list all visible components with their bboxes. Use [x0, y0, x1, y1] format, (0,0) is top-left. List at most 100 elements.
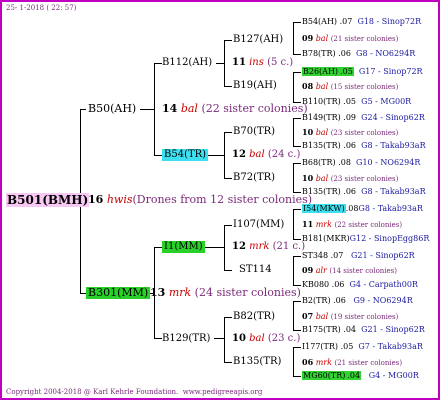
- gen4-desc: (21 sister colonies): [334, 359, 403, 367]
- gen1-top-queen[interactable]: B50(AH): [88, 103, 136, 115]
- gen4-sub-ref: G8 - NO6294R: [356, 49, 416, 58]
- root-desc: (Drones from 12 sister colonies): [132, 193, 313, 206]
- gen4-id[interactable]: B2(TR): [302, 296, 331, 305]
- gen4-sub-id[interactable]: B135(TR): [302, 187, 341, 196]
- gen4-top-row: I54(MKW).08G8 - Takab93aR: [302, 204, 423, 214]
- connector: [293, 239, 301, 240]
- gen4-desc: (14 sister colonies): [329, 267, 398, 275]
- connector: [293, 22, 294, 55]
- connector: [293, 54, 301, 55]
- gen3-queen[interactable]: B127(AH): [233, 34, 283, 46]
- gen4-val: .05: [339, 67, 354, 76]
- gen3-queen[interactable]: ST114: [239, 264, 272, 276]
- connector: [293, 22, 301, 23]
- gen4-bottom-row: B135(TR) .06 G8 - Takab93aR: [302, 141, 426, 151]
- connector: [293, 376, 301, 377]
- gen4-top-row: ST348 .07 G21 - Sinop62R: [302, 251, 415, 261]
- gen4-id[interactable]: B149(TR): [302, 113, 341, 122]
- gen2-d-desc: (23 c.): [267, 333, 301, 344]
- gen4-sub-id[interactable]: B135(TR): [302, 141, 341, 150]
- gen2-d-queen[interactable]: B129(TR): [162, 333, 210, 345]
- connector: [293, 256, 301, 257]
- gen1-bottom-queen[interactable]: B301(MM): [86, 287, 151, 299]
- gen4-ref: G18 - Sinop72R: [357, 17, 422, 26]
- gen4-sub-id[interactable]: B78(TR): [302, 49, 336, 58]
- gen1-top-info: 14 bal (22 sister colonies): [162, 103, 308, 115]
- gen4-sub-val: .06: [331, 280, 345, 289]
- pedigree-frame: 25- 1-2018 ( 22: 57) B501(BMH) 16 hwis(D…: [0, 0, 440, 400]
- gen3-queen[interactable]: B135(TR): [233, 356, 281, 368]
- gen4-id[interactable]: I177(TR): [302, 342, 338, 351]
- connector: [154, 63, 162, 64]
- root-queen[interactable]: B501(BMH): [6, 193, 90, 207]
- footer-link[interactable]: www.pedigreeapis.org: [183, 388, 263, 396]
- gen4-id[interactable]: B26(AH): [302, 67, 340, 76]
- connector: [154, 338, 162, 339]
- gen4-id[interactable]: B68(TR): [302, 158, 336, 167]
- gen4-top-row: B149(TR) .09 G24 - Sinop62R: [302, 113, 425, 123]
- gen1-bottom-info: 13 mrk (24 sister colonies): [150, 287, 301, 299]
- gen4-id[interactable]: B54(AH): [302, 17, 337, 26]
- connector: [224, 132, 225, 179]
- gen4-val: .06: [333, 296, 346, 305]
- gen4-ref: G24 - Sinop62R: [361, 113, 425, 122]
- gen4-sub-val: .06: [338, 49, 351, 58]
- gen4-num: 11: [302, 219, 314, 229]
- gen4-id[interactable]: ST348: [302, 251, 328, 260]
- connector: [80, 109, 86, 110]
- gen4-drone-row: 10 bal (23 sister colonies): [302, 127, 398, 138]
- gen4-top-row: I177(TR) .05 G7 - Takab93aR: [302, 342, 423, 352]
- root-drone-info: 16 hwis(Drones from 12 sister colonies): [88, 194, 312, 206]
- gen2-b-num: 12: [232, 149, 246, 160]
- connector: [293, 163, 301, 164]
- gen4-drone-row: 09 bal (21 sister colonies): [302, 33, 398, 44]
- gen4-top-row: B54(AH) .07 G18 - Sinop72R: [302, 17, 421, 27]
- gen4-desc: (15 sister colonies): [330, 83, 399, 91]
- gen4-val: .07: [339, 17, 353, 26]
- gen4-top-row: B68(TR) .08 G10 - NO6294R: [302, 158, 420, 168]
- gen2-a-code: ins: [249, 57, 264, 68]
- gen2-b-queen[interactable]: B54(TR): [162, 149, 209, 161]
- gen4-ref: G17 - Sinop72R: [358, 67, 423, 76]
- connector: [154, 63, 155, 156]
- gen4-desc: (19 sister colonies): [330, 313, 399, 321]
- gen1-top-code: bal: [180, 102, 198, 115]
- gen2-a-num: 11: [232, 57, 246, 68]
- connector: [293, 209, 294, 240]
- connector: [293, 347, 294, 377]
- gen4-sub-id[interactable]: KB080: [302, 280, 329, 289]
- gen4-sub-id[interactable]: MG60(TR): [302, 371, 347, 380]
- gen4-sub-ref: G4 - Carpath00R: [349, 280, 418, 289]
- gen4-id[interactable]: I54(MKW): [302, 204, 346, 213]
- gen3-queen[interactable]: B70(TR): [233, 126, 275, 138]
- gen4-val: .08: [338, 158, 351, 167]
- gen1-top-desc: (22 sister colonies): [201, 102, 308, 115]
- gen4-sub-id[interactable]: B175(TR): [302, 325, 341, 334]
- connector: [224, 362, 232, 363]
- connector: [293, 72, 294, 103]
- gen4-bottom-row: B181(MKR)G12 - SinopEgg86R: [302, 234, 429, 244]
- gen2-a-queen[interactable]: B112(AH): [162, 57, 212, 69]
- gen4-drone-row: 09 alr (14 sister colonies): [302, 265, 397, 276]
- gen4-sub-ref: G12 - SinopEgg86R: [349, 234, 430, 243]
- gen4-ref: G8 - Takab93aR: [358, 204, 423, 213]
- gen4-code: bal: [315, 174, 329, 183]
- gen3-queen[interactable]: B72(TR): [233, 172, 275, 184]
- gen4-sub-id[interactable]: B181(MKR): [302, 234, 350, 243]
- gen4-top-row: B26(AH) .05 G17 - Sinop72R: [302, 67, 423, 77]
- footer: Copyright 2004-2018 @ Karl Kehrle Founda…: [6, 388, 262, 397]
- gen1-bottom-num: 13: [150, 286, 166, 299]
- connector: [293, 209, 301, 210]
- gen3-queen[interactable]: B19(AH): [233, 80, 277, 92]
- gen2-c-queen[interactable]: I1(MM): [162, 241, 205, 253]
- gen4-val: .07: [330, 251, 344, 260]
- gen2-b-desc: (24 c.): [267, 149, 301, 160]
- gen4-desc: (21 sister colonies): [330, 35, 399, 43]
- gen3-queen[interactable]: B82(TR): [233, 311, 275, 323]
- gen4-sub-id[interactable]: B110(TR): [302, 97, 341, 106]
- date-stamp: 25- 1-2018 ( 22: 57): [6, 4, 77, 12]
- gen4-bottom-row: B110(TR) .05 G5 - MG00R: [302, 97, 411, 107]
- gen3-queen[interactable]: I107(MM): [233, 219, 284, 231]
- gen4-sub-val: .04: [346, 371, 362, 380]
- gen4-code: bal: [315, 128, 329, 137]
